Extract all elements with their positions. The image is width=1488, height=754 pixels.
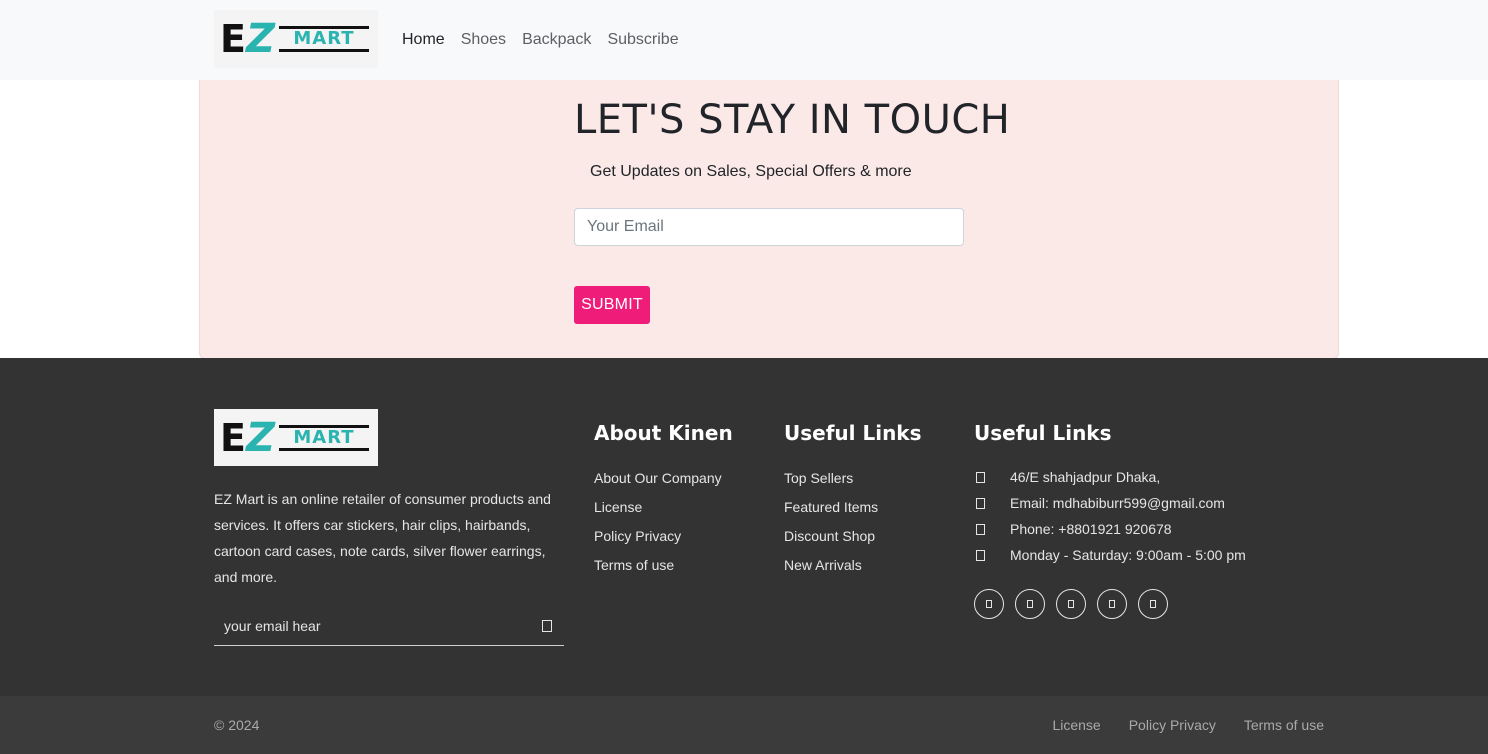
- subscribe-title: LET'S STAY IN TOUCH: [574, 97, 1011, 143]
- contact-address-text: 46/E shahjadpur Dhaka,: [1010, 469, 1161, 485]
- link-discount-shop[interactable]: Discount Shop: [784, 528, 875, 544]
- navbar: E Z MART Home Shoes Backpack Subscribe: [0, 0, 1488, 80]
- footer-logo[interactable]: E Z MART: [214, 409, 378, 466]
- submit-button[interactable]: SUBMIT: [574, 286, 650, 324]
- useful-links: Top Sellers Featured Items Discount Shop…: [784, 464, 878, 580]
- contact-email-text: Email: mdhabiburr599@gmail.com: [1010, 495, 1225, 511]
- footer: E Z MART EZ Mart is an online retailer o…: [0, 358, 1488, 696]
- contact-list: 46/E shahjadpur Dhaka, Email: mdhabiburr…: [974, 464, 1246, 568]
- newsletter-form: [214, 608, 564, 646]
- bottom-links: License Policy Privacy Terms of use: [1052, 716, 1324, 734]
- youtube-icon[interactable]: [1138, 589, 1168, 619]
- copyright: © 2024: [214, 717, 260, 733]
- logo-line: [278, 49, 369, 52]
- about-heading: About Kinen: [594, 421, 733, 445]
- contact-phone-text: Phone: +8801921 920678: [1010, 521, 1172, 537]
- brand-logo[interactable]: E Z MART: [214, 10, 378, 68]
- facebook-icon[interactable]: [974, 589, 1004, 619]
- email-icon: [976, 497, 985, 509]
- logo-letter-e: E: [220, 17, 246, 61]
- link-license[interactable]: License: [594, 499, 642, 515]
- subscribe-subtitle: Get Updates on Sales, Special Offers & m…: [590, 163, 912, 180]
- link-featured-items[interactable]: Featured Items: [784, 499, 878, 515]
- link-new-arrivals[interactable]: New Arrivals: [784, 557, 862, 573]
- contact-hours: Monday - Saturday: 9:00am - 5:00 pm: [974, 542, 1246, 568]
- nav-shoes[interactable]: Shoes: [461, 28, 506, 52]
- bottom-link-terms[interactable]: Terms of use: [1244, 716, 1324, 734]
- bottom-link-policy-privacy[interactable]: Policy Privacy: [1129, 716, 1216, 734]
- contact-heading: Useful Links: [974, 421, 1112, 445]
- logo-mart-text: MART: [293, 426, 355, 448]
- link-policy-privacy[interactable]: Policy Privacy: [594, 528, 681, 544]
- contact-hours-text: Monday - Saturday: 9:00am - 5:00 pm: [1010, 547, 1246, 563]
- bottom-link-license[interactable]: License: [1052, 716, 1100, 734]
- send-icon[interactable]: [542, 620, 552, 632]
- location-icon: [976, 471, 985, 483]
- useful-links-heading: Useful Links: [784, 421, 922, 445]
- contact-phone: Phone: +8801921 920678: [974, 516, 1246, 542]
- contact-email: Email: mdhabiburr599@gmail.com: [974, 490, 1246, 516]
- linkedin-icon[interactable]: [1097, 589, 1127, 619]
- subscribe-email-input[interactable]: [574, 208, 964, 246]
- logo-line: [278, 447, 369, 451]
- phone-icon: [976, 523, 985, 535]
- link-top-sellers[interactable]: Top Sellers: [784, 470, 853, 486]
- clock-icon: [976, 549, 985, 561]
- logo-letter-z: Z: [245, 414, 275, 461]
- footer-description: EZ Mart is an online retailer of consume…: [214, 491, 551, 585]
- logo-letter-z: Z: [245, 16, 275, 62]
- contact-address: 46/E shahjadpur Dhaka,: [974, 464, 1246, 490]
- instagram-icon[interactable]: [1056, 589, 1086, 619]
- nav-subscribe[interactable]: Subscribe: [607, 28, 678, 52]
- logo-mart-text: MART: [293, 28, 355, 49]
- nav-home[interactable]: Home: [402, 28, 445, 52]
- link-terms[interactable]: Terms of use: [594, 557, 674, 573]
- newsletter-email-input[interactable]: [214, 608, 524, 644]
- logo-letter-e: E: [220, 415, 246, 460]
- twitter-icon[interactable]: [1015, 589, 1045, 619]
- bottom-bar: © 2024 License Policy Privacy Terms of u…: [0, 696, 1488, 754]
- nav-backpack[interactable]: Backpack: [522, 28, 591, 52]
- link-about-company[interactable]: About Our Company: [594, 470, 722, 486]
- social-links: [974, 589, 1168, 619]
- about-links: About Our Company License Policy Privacy…: [594, 464, 722, 580]
- nav-links: Home Shoes Backpack Subscribe: [402, 28, 679, 52]
